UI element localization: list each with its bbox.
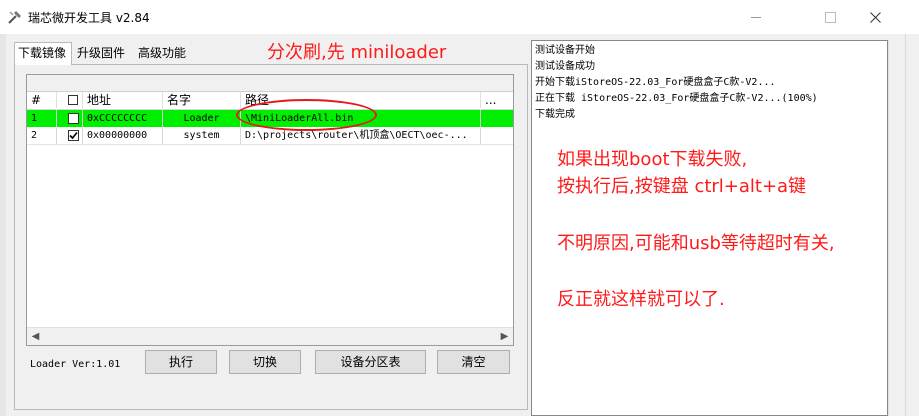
tab-download-image[interactable]: 下载镜像 bbox=[14, 42, 72, 65]
maximize-button[interactable] bbox=[808, 4, 852, 30]
minimize-button[interactable] bbox=[734, 4, 778, 30]
annotation-press-keys: 按执行后,按键盘 ctrl+alt+a键 bbox=[557, 176, 807, 197]
checkmark-icon bbox=[69, 131, 78, 140]
log-line: 下载完成 bbox=[535, 109, 575, 120]
row-number: 1 bbox=[27, 110, 57, 127]
clear-button[interactable]: 清空 bbox=[437, 350, 510, 374]
title-bar: 瑞芯微开发工具 v2.84 bbox=[0, 0, 919, 34]
annotation-unknown-cause: 不明原因,可能和usb等待超时有关, bbox=[557, 233, 835, 254]
window-title: 瑞芯微开发工具 v2.84 bbox=[28, 11, 150, 25]
annotation-ellipse bbox=[236, 99, 377, 131]
scroll-left-icon[interactable]: ◀ bbox=[27, 328, 44, 345]
log-vertical-scrollbar[interactable] bbox=[888, 40, 905, 416]
row-address[interactable]: 0xCCCCCCCC bbox=[83, 110, 163, 127]
row-extra[interactable] bbox=[481, 127, 513, 144]
col-header-number[interactable]: # bbox=[27, 92, 57, 108]
row-checkbox[interactable] bbox=[68, 130, 79, 141]
app-icon bbox=[8, 10, 22, 24]
row-name[interactable]: Loader bbox=[163, 110, 241, 127]
row-number: 2 bbox=[27, 127, 57, 144]
log-line: 测试设备成功 bbox=[535, 61, 595, 72]
grid-toolbar bbox=[27, 75, 513, 92]
col-header-name[interactable]: 名字 bbox=[163, 92, 241, 108]
select-all-checkbox[interactable] bbox=[68, 95, 78, 105]
log-line: 正在下载 iStoreOS-22.03_For硬盘盒子C款-V2...(100%… bbox=[535, 93, 818, 104]
row-check-cell bbox=[57, 110, 83, 127]
close-button[interactable] bbox=[853, 4, 897, 30]
horizontal-scrollbar[interactable]: ◀ ▶ bbox=[27, 327, 513, 345]
log-panel[interactable]: 测试设备开始 测试设备成功 开始下载iStoreOS-22.03_For硬盘盒子… bbox=[531, 40, 888, 416]
col-header-address[interactable]: 地址 bbox=[83, 92, 163, 108]
col-header-check[interactable] bbox=[57, 92, 83, 108]
scroll-right-icon[interactable]: ▶ bbox=[496, 328, 513, 345]
col-header-extra[interactable]: ... bbox=[481, 92, 513, 108]
partition-table-button[interactable]: 设备分区表 bbox=[315, 350, 426, 374]
row-address[interactable]: 0x00000000 bbox=[83, 127, 163, 144]
annotation-boot-fail: 如果出现boot下载失败, bbox=[557, 149, 748, 170]
annotation-it-works: 反正就这样就可以了. bbox=[557, 289, 725, 310]
right-window-edge bbox=[905, 34, 919, 416]
row-checkbox[interactable] bbox=[68, 113, 79, 124]
row-extra[interactable] bbox=[481, 110, 513, 127]
loader-version-label: Loader Ver:1.01 bbox=[30, 359, 121, 370]
left-window-edge bbox=[0, 34, 6, 416]
log-line: 测试设备开始 bbox=[535, 45, 595, 56]
row-name[interactable]: system bbox=[163, 127, 241, 144]
table-row[interactable]: 2 0x00000000 system D:\projects\router\机… bbox=[27, 127, 513, 145]
tab-upgrade-firmware[interactable]: 升级固件 bbox=[74, 44, 134, 64]
tab-advanced[interactable]: 高级功能 bbox=[135, 44, 197, 64]
execute-button[interactable]: 执行 bbox=[145, 350, 217, 374]
log-line: 开始下载iStoreOS-22.03_For硬盘盒子C款-V2... bbox=[535, 77, 776, 88]
switch-button[interactable]: 切换 bbox=[229, 350, 301, 374]
close-icon bbox=[870, 12, 881, 23]
row-check-cell bbox=[57, 127, 83, 144]
annotation-flash-order: 分次刷,先 miniloader bbox=[267, 42, 447, 63]
